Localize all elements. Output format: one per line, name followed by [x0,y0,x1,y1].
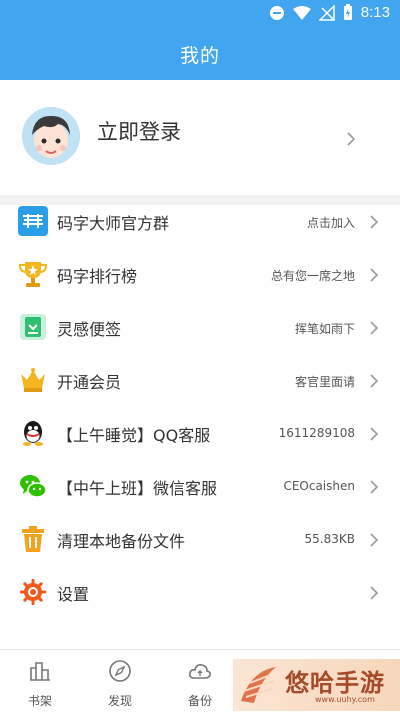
watermark-logo: 悠哈手游 www.uuhy.com [233,659,400,711]
menu-list: 码字大师官方群 点击加入 码字排行榜 总有您一席之地 灵感便签 挥笔如雨下 开通… [0,195,400,619]
watermark-text: 悠哈手游 [285,668,385,697]
menu-item-membership[interactable]: 开通会员 客官里面请 [0,354,400,407]
menu-item-value: 客官里面请 [294,375,355,389]
status-icons: 8:13 [269,4,390,21]
trophy-icon [18,262,48,287]
status-bar: 8:13 [0,0,400,28]
menu-item-value: 1611289108 [278,426,355,440]
menu-item-label: 码字大师官方群 [57,214,170,233]
qq-icon [23,421,43,446]
compass-icon [109,660,131,682]
menu-item-label: 【上午睡觉】QQ客服 [57,426,211,445]
menu-item-ranking[interactable]: 码字排行榜 总有您一席之地 [0,248,400,301]
chevron-right-icon [370,374,379,388]
menu-item-label: 设置 [57,585,90,604]
page-title: 我的 [179,44,220,67]
menu-item-clear-backup[interactable]: 清理本地备份文件 55.83KB [0,513,400,566]
cloud-backup-icon [189,664,211,679]
no-signal-icon [318,4,335,21]
menu-item-value: 点击加入 [306,216,355,230]
tab-label: 备份 [187,694,212,708]
menu-item-label: 清理本地备份文件 [57,532,186,551]
menu-item-label: 【中午上班】微信客服 [57,479,218,498]
login-row[interactable]: 立即登录 [0,80,400,205]
watermark-brush-icon [241,667,276,703]
menu-item-label: 开通会员 [57,373,122,392]
watermark-url: www.uuhy.com [315,695,375,704]
avatar-illustration-icon [22,107,80,165]
battery-charging-icon [343,4,352,20]
menu-item-inspiration-notes[interactable]: 灵感便签 挥笔如雨下 [0,301,400,354]
wifi-icon [292,5,311,20]
chevron-right-icon [370,268,379,282]
tab-label: 发现 [107,694,132,708]
menu-item-value: CEOcaishen [283,479,355,493]
avatar[interactable] [22,107,80,165]
chevron-right-icon [370,321,379,335]
menu-item-label: 码字排行榜 [57,267,138,286]
dnd-icon [269,5,284,20]
chevron-right-icon [370,480,379,494]
menu-item-label: 灵感便签 [57,320,122,339]
tab-backup[interactable]: 备份 [160,650,240,712]
trash-icon [22,526,44,552]
tab-label: 书架 [27,694,52,708]
login-label: 立即登录 [97,120,181,144]
settings-icon [20,579,46,605]
chevron-right-icon [370,533,379,547]
chevron-right-icon [370,215,379,229]
chevron-right-icon [370,427,379,441]
note-icon [20,314,46,340]
menu-item-value: 55.83KB [304,532,355,546]
crown-icon [21,368,45,392]
tab-discover[interactable]: 发现 [80,650,160,712]
tab-bookshelf[interactable]: 书架 [0,650,80,712]
page-header: 我的 [0,28,400,80]
menu-item-settings[interactable]: 设置 [0,566,400,619]
menu-item-qq-support[interactable]: 【上午睡觉】QQ客服 1611289108 [0,407,400,460]
group-logo-icon [18,206,48,236]
menu-item-value: 挥笔如雨下 [294,322,355,336]
bookshelf-icon [30,662,50,681]
chevron-right-icon [370,586,379,600]
menu-item-wechat-support[interactable]: 【中午上班】微信客服 CEOcaishen [0,460,400,513]
status-time: 8:13 [360,4,390,21]
chevron-right-icon [347,132,356,146]
wechat-icon [20,475,47,498]
menu-item-official-group[interactable]: 码字大师官方群 点击加入 [0,195,400,248]
menu-item-value: 总有您一席之地 [270,269,355,283]
